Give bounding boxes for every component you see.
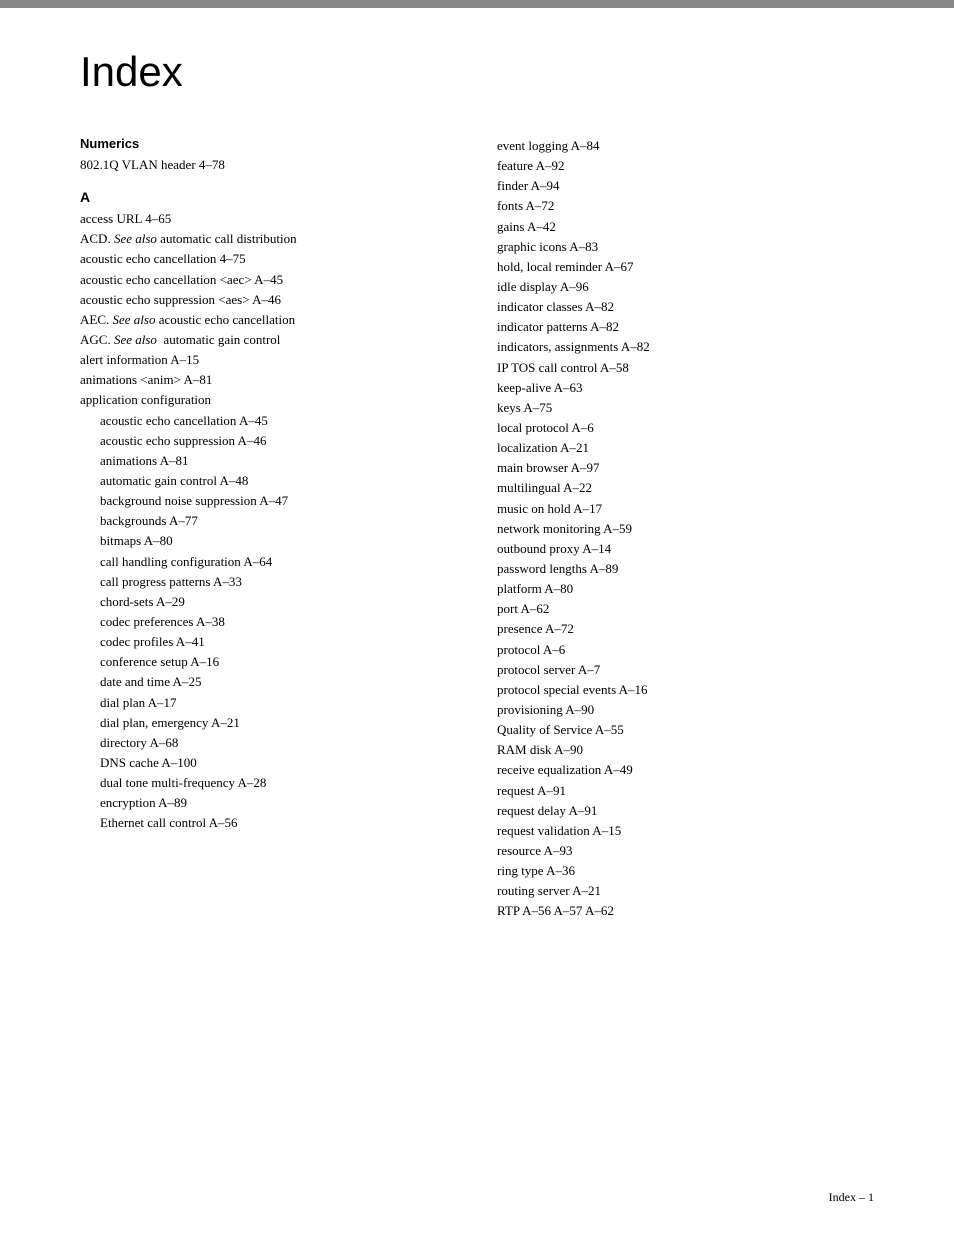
entry-provisioning: provisioning A–90 <box>497 700 874 720</box>
entry-app-dial-plan-emergency: dial plan, emergency A–21 <box>80 713 457 733</box>
entry-multilingual: multilingual A–22 <box>497 478 874 498</box>
entry-acoustic-echo-cancellation-475: acoustic echo cancellation 4–75 <box>80 249 457 269</box>
entry-ip-tos: IP TOS call control A–58 <box>497 358 874 378</box>
entry-app-call-progress: call progress patterns A–33 <box>80 572 457 592</box>
entry-indicator-classes: indicator classes A–82 <box>497 297 874 317</box>
footer-text: Index – 1 <box>829 1190 874 1204</box>
entry-keep-alive: keep-alive A–63 <box>497 378 874 398</box>
entry-request-delay: request delay A–91 <box>497 801 874 821</box>
entry-port: port A–62 <box>497 599 874 619</box>
right-column: event logging A–84 feature A–92 finder A… <box>497 136 874 921</box>
entry-802: 802.1Q VLAN header 4–78 <box>80 155 457 175</box>
entry-app-ethernet: Ethernet call control A–56 <box>80 813 457 833</box>
entry-protocol: protocol A–6 <box>497 640 874 660</box>
entry-app-codec-pref: codec preferences A–38 <box>80 612 457 632</box>
section-numerics: Numerics <box>80 136 457 151</box>
entry-app-call-handling: call handling configuration A–64 <box>80 552 457 572</box>
entry-app-config: application configuration <box>80 390 457 410</box>
entry-indicators-assignments: indicators, assignments A–82 <box>497 337 874 357</box>
entry-agc: AGC. See also automatic gain control <box>80 330 457 350</box>
left-column: Numerics 802.1Q VLAN header 4–78 A acces… <box>80 136 457 834</box>
entry-app-codec-prof: codec profiles A–41 <box>80 632 457 652</box>
entry-app-dial-plan: dial plan A–17 <box>80 693 457 713</box>
entry-app-date-time: date and time A–25 <box>80 672 457 692</box>
entry-alert: alert information A–15 <box>80 350 457 370</box>
letter-a: A <box>80 189 457 205</box>
entry-animations: animations <anim> A–81 <box>80 370 457 390</box>
entry-hold: hold, local reminder A–67 <box>497 257 874 277</box>
entry-acoustic-echo-aec: acoustic echo cancellation <aec> A–45 <box>80 270 457 290</box>
entry-rtp: RTP A–56 A–57 A–62 <box>497 901 874 921</box>
entry-qos: Quality of Service A–55 <box>497 720 874 740</box>
entry-presence: presence A–72 <box>497 619 874 639</box>
entry-ring-type: ring type A–36 <box>497 861 874 881</box>
entry-protocol-server: protocol server A–7 <box>497 660 874 680</box>
entry-app-agc: automatic gain control A–48 <box>80 471 457 491</box>
see-also-acd: See also <box>114 231 157 246</box>
entry-access-url: access URL 4–65 <box>80 209 457 229</box>
entry-feature: feature A–92 <box>497 156 874 176</box>
entry-receive-eq: receive equalization A–49 <box>497 760 874 780</box>
entry-app-animations: animations A–81 <box>80 451 457 471</box>
entry-fonts: fonts A–72 <box>497 196 874 216</box>
entry-request-validation: request validation A–15 <box>497 821 874 841</box>
entry-routing-server: routing server A–21 <box>497 881 874 901</box>
entry-app-acoustic-suppress: acoustic echo suppression A–46 <box>80 431 457 451</box>
entry-finder: finder A–94 <box>497 176 874 196</box>
entry-protocol-special: protocol special events A–16 <box>497 680 874 700</box>
entry-app-directory: directory A–68 <box>80 733 457 753</box>
entry-localization: localization A–21 <box>497 438 874 458</box>
entry-app-dns: DNS cache A–100 <box>80 753 457 773</box>
page-title: Index <box>80 48 874 96</box>
entry-app-dtmf: dual tone multi-frequency A–28 <box>80 773 457 793</box>
entry-app-bitmaps: bitmaps A–80 <box>80 531 457 551</box>
page-container: Index Numerics 802.1Q VLAN header 4–78 A… <box>0 0 954 1235</box>
entry-app-chord-sets: chord-sets A–29 <box>80 592 457 612</box>
entry-resource: resource A–93 <box>497 841 874 861</box>
entry-app-conference: conference setup A–16 <box>80 652 457 672</box>
entry-acoustic-echo-aes: acoustic echo suppression <aes> A–46 <box>80 290 457 310</box>
entry-password-lengths: password lengths A–89 <box>497 559 874 579</box>
content-area: Index Numerics 802.1Q VLAN header 4–78 A… <box>0 8 954 981</box>
entry-indicator-patterns: indicator patterns A–82 <box>497 317 874 337</box>
page-footer: Index – 1 <box>829 1190 874 1205</box>
top-bar <box>0 0 954 8</box>
entry-app-backgrounds: backgrounds A–77 <box>80 511 457 531</box>
entry-app-bgn: background noise suppression A–47 <box>80 491 457 511</box>
entry-request: request A–91 <box>497 781 874 801</box>
entry-app-acoustic-cancel: acoustic echo cancellation A–45 <box>80 411 457 431</box>
entry-outbound-proxy: outbound proxy A–14 <box>497 539 874 559</box>
entry-platform: platform A–80 <box>497 579 874 599</box>
index-columns: Numerics 802.1Q VLAN header 4–78 A acces… <box>80 136 874 921</box>
entry-music-on-hold: music on hold A–17 <box>497 499 874 519</box>
entry-network-monitoring: network monitoring A–59 <box>497 519 874 539</box>
entry-main-browser: main browser A–97 <box>497 458 874 478</box>
entry-event-logging: event logging A–84 <box>497 136 874 156</box>
see-also-aec: See also <box>113 312 156 327</box>
entry-idle-display: idle display A–96 <box>497 277 874 297</box>
see-also-agc: See also <box>114 332 157 347</box>
entry-keys: keys A–75 <box>497 398 874 418</box>
entry-gains: gains A–42 <box>497 217 874 237</box>
entry-local-protocol: local protocol A–6 <box>497 418 874 438</box>
entry-ram-disk: RAM disk A–90 <box>497 740 874 760</box>
entry-acd: ACD. See also automatic call distributio… <box>80 229 457 249</box>
entry-aec: AEC. See also acoustic echo cancellation <box>80 310 457 330</box>
entry-graphic-icons: graphic icons A–83 <box>497 237 874 257</box>
entry-app-encryption: encryption A–89 <box>80 793 457 813</box>
